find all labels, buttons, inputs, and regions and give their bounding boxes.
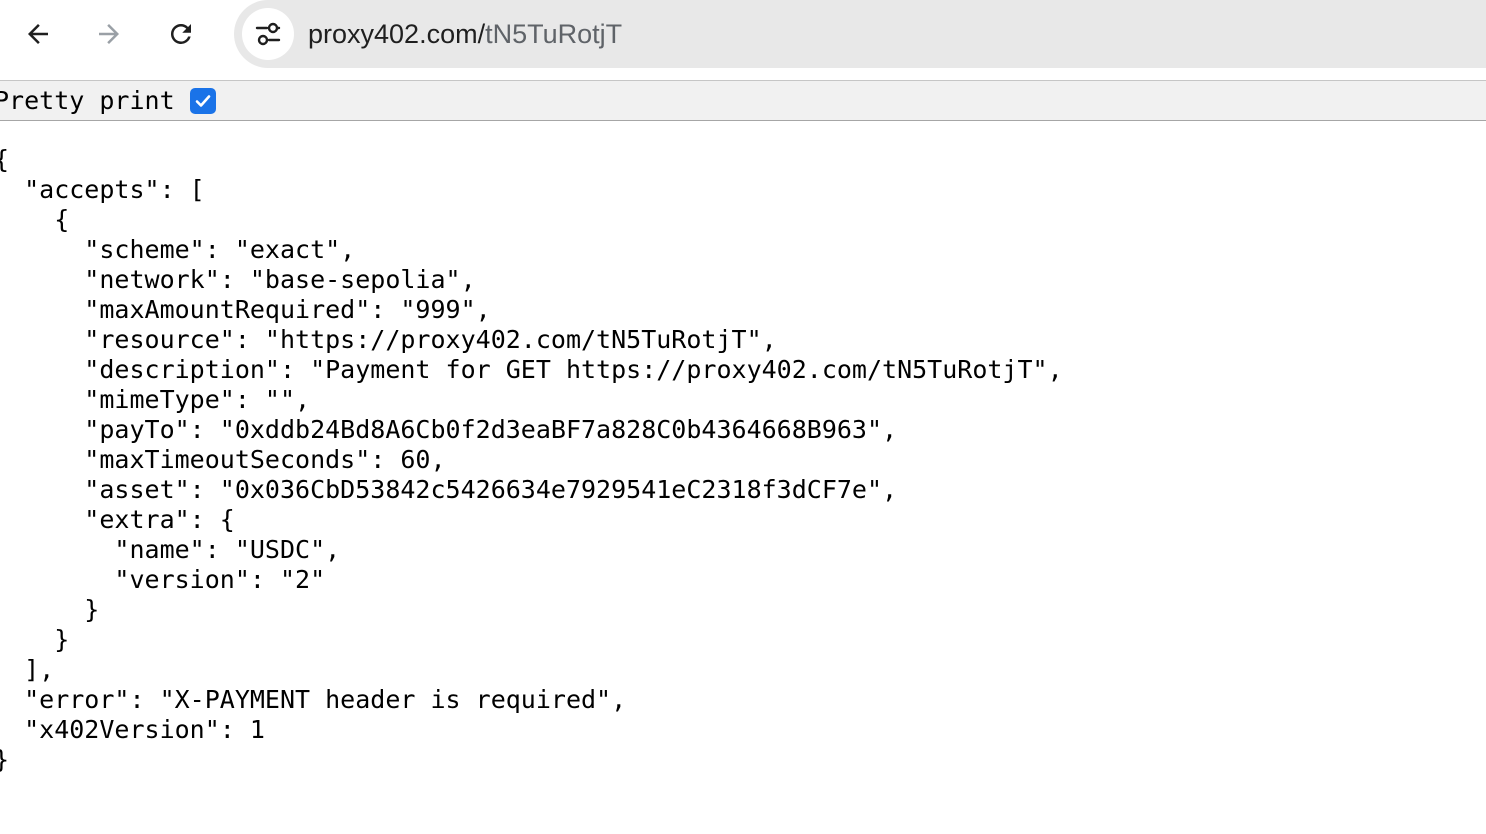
pretty-print-label: Pretty print — [0, 86, 175, 115]
json-line: } — [0, 595, 100, 624]
arrow-right-icon — [99, 24, 119, 44]
json-line: "asset": "0x036CbD53842c5426634e7929541e… — [0, 475, 898, 504]
json-line: "payTo": "0xddb24Bd8A6Cb0f2d3eaBF7a828C0… — [0, 415, 898, 444]
forward-button[interactable] — [89, 14, 129, 54]
reload-button[interactable] — [161, 14, 201, 54]
arrow-left-icon — [28, 24, 48, 44]
json-line: "error": "X-PAYMENT header is required", — [0, 685, 627, 714]
json-line: "scheme": "exact", — [0, 235, 356, 264]
json-line: } — [0, 625, 70, 654]
json-line: "x402Version": 1 — [0, 715, 265, 744]
json-line: "network": "base-sepolia", — [0, 265, 476, 294]
json-line: "accepts": [ — [0, 175, 205, 204]
json-line: { — [0, 145, 1063, 175]
json-line: "description": "Payment for GET https://… — [0, 355, 1063, 384]
json-line: "version": "2" — [0, 565, 326, 594]
address-bar[interactable]: proxy402.com/tN5TuRotjT — [234, 0, 1486, 68]
json-line: "name": "USDC", — [0, 535, 341, 564]
url-text[interactable]: proxy402.com/tN5TuRotjT — [308, 0, 622, 68]
json-line: } — [0, 745, 1063, 775]
json-line: "maxTimeoutSeconds": 60, — [0, 445, 446, 474]
browser-toolbar: proxy402.com/tN5TuRotjT — [0, 0, 1486, 68]
tune-icon — [255, 22, 281, 46]
back-button[interactable] — [18, 14, 58, 54]
site-info-button[interactable] — [242, 8, 294, 60]
url-path: tN5TuRotjT — [485, 19, 623, 49]
json-line: ], — [0, 655, 55, 684]
json-line: "mimeType": "", — [0, 385, 311, 414]
checkmark-icon — [195, 95, 211, 107]
pretty-print-checkbox[interactable] — [190, 88, 216, 114]
pretty-print-bar: Pretty print — [0, 81, 1486, 121]
json-content: { "accepts": [ { "scheme": "exact", "net… — [0, 145, 1063, 775]
json-line: "maxAmountRequired": "999", — [0, 295, 491, 324]
json-line: "resource": "https://proxy402.com/tN5TuR… — [0, 325, 777, 354]
url-host: proxy402.com/ — [308, 19, 486, 49]
json-line: { — [0, 205, 70, 234]
json-line: "extra": { — [0, 505, 235, 534]
reload-icon — [170, 23, 191, 44]
